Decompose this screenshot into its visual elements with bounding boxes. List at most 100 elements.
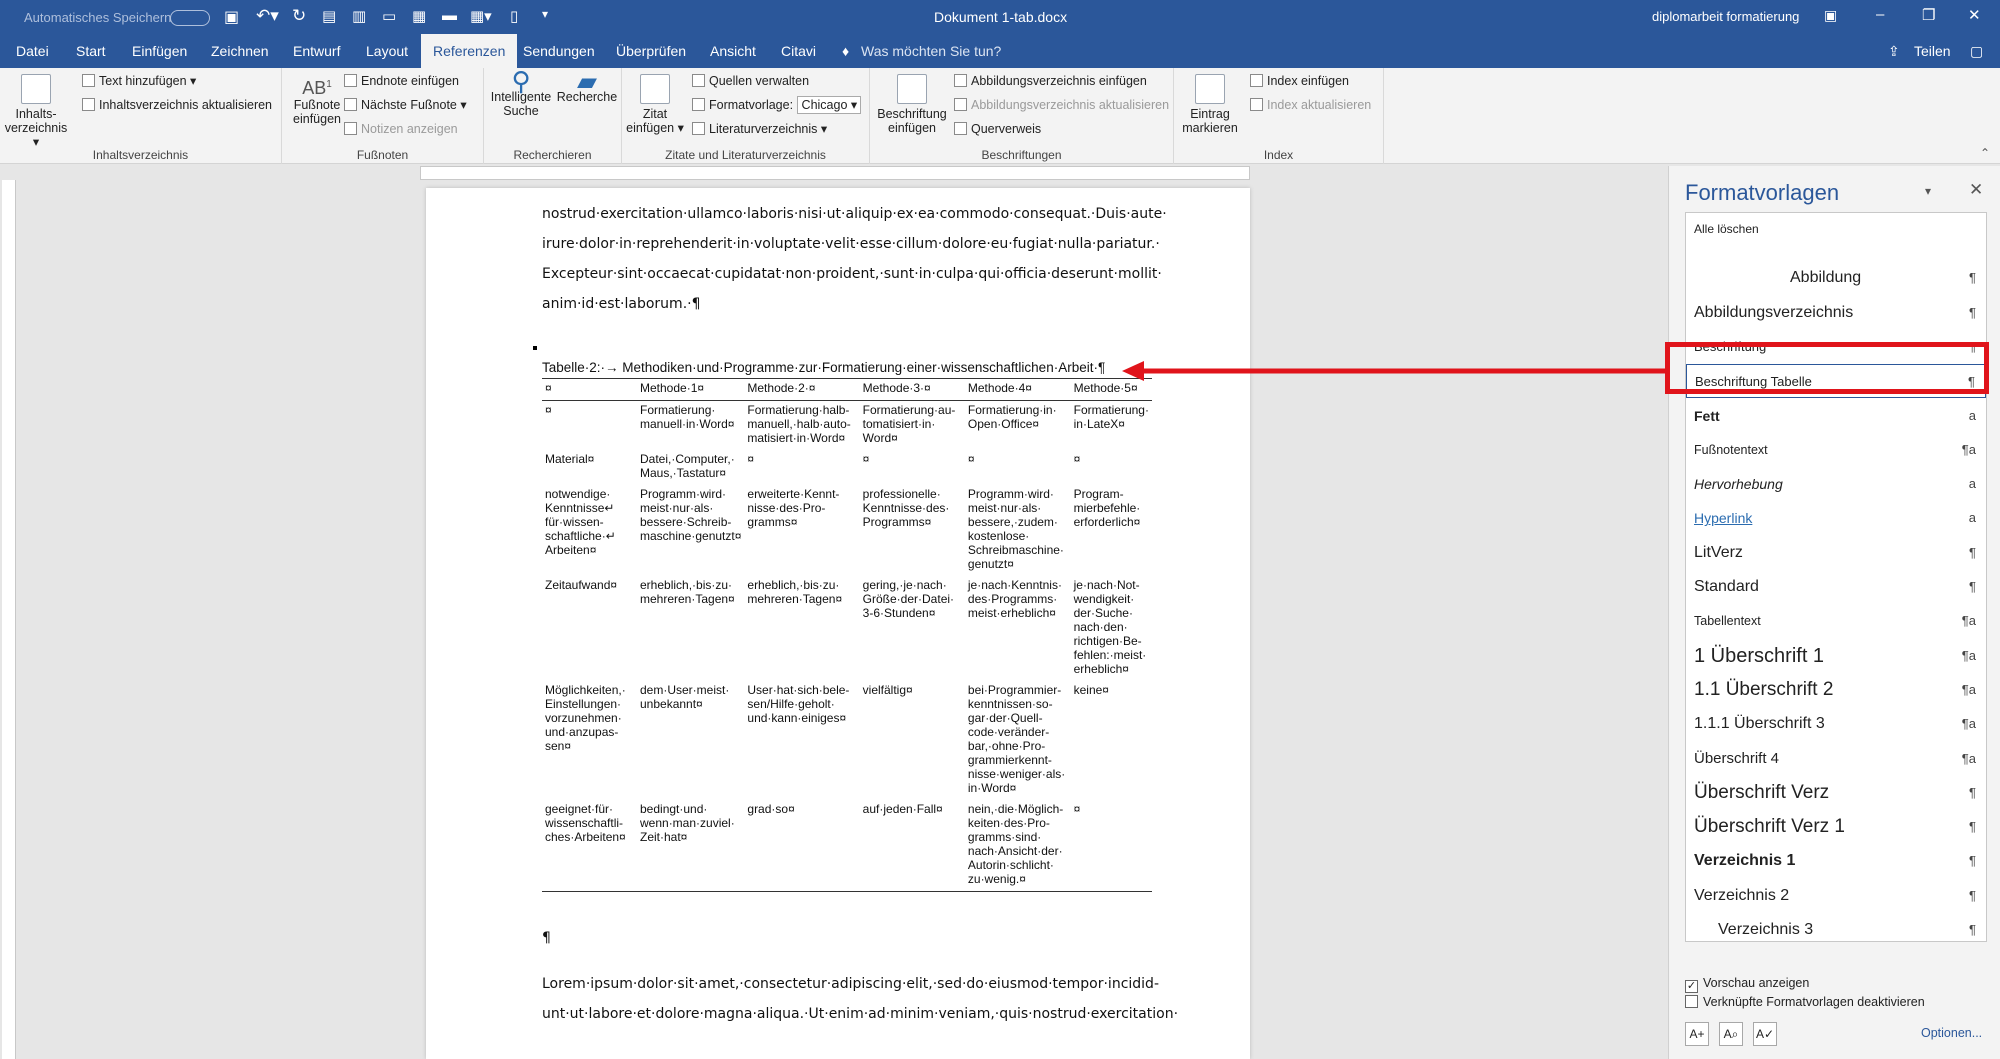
table-cell[interactable]: Formatierung·halb- manuell,·halb·auto- m… [744,401,859,451]
style-item[interactable]: Standard ¶ [1686,570,1986,604]
autosave-toggle[interactable] [170,10,210,26]
share-icon[interactable]: ⇪ [1888,34,1900,68]
bibliography-button[interactable]: Literaturverzeichnis ▾ [692,120,827,138]
update-tof-button[interactable]: Abbildungsverzeichnis aktualisieren [954,96,1169,114]
mark-entry-button[interactable]: Eintrag markieren [1180,74,1240,135]
table-cell[interactable]: ¤ [1071,450,1152,485]
table-cell[interactable]: Material¤ [542,450,637,485]
document-page[interactable]: nostrud·exercitation·ullamco·laboris·nis… [426,188,1250,1059]
manage-sources-button[interactable]: Quellen verwalten [692,72,809,90]
vertical-ruler[interactable] [2,180,16,1059]
table-cell[interactable]: erheblich,·bis·zu· mehreren·Tagen¤ [744,576,859,681]
undo-icon[interactable]: ↶▾ [256,6,279,26]
tab-ueberpruefen[interactable]: Überprüfen [616,34,686,68]
minimize-icon[interactable]: – [1876,6,1884,23]
style-item[interactable]: Verzeichnis 2 ¶ [1686,879,1986,913]
customize-qat-icon[interactable]: ▾ [542,7,548,21]
style-item[interactable]: Fett a [1686,399,1986,433]
restore-icon[interactable]: ❐ [1922,6,1935,24]
update-toc-button[interactable]: Inhaltsverzeichnis aktualisieren [82,96,272,114]
cross-reference-button[interactable]: Querverweis [954,120,1041,138]
table-header-cell[interactable]: Methode·4¤ [964,378,1071,401]
table-cell[interactable]: User·hat·sich·bele- sen/Hilfe·geholt· un… [744,681,859,800]
table-cell[interactable]: vielfältig¤ [860,681,965,800]
style-item[interactable]: LitVerz ¶ [1686,536,1986,570]
comments-icon[interactable]: ▢ [1970,34,1983,68]
table-cell[interactable]: ¤ [542,401,637,451]
new-doc-icon[interactable]: ▯ [510,7,518,25]
table-cell[interactable]: ¤ [965,450,1071,485]
style-item[interactable]: Fußnotentext ¶a [1686,433,1986,467]
style-item[interactable]: Verzeichnis 3 ¶ [1686,913,1986,947]
tab-einfuegen[interactable]: Einfügen [132,34,187,68]
style-item[interactable]: Überschrift Verz ¶ [1686,776,1986,810]
table-cell[interactable]: Programm·wird· meist·nur·als· bessere·Sc… [637,485,744,576]
table-cell[interactable]: ¤ [1070,800,1152,892]
table-cell[interactable]: Datei,·Computer,· Maus,·Tastatur¤ [637,450,744,485]
table-cell[interactable]: ¤ [744,450,859,485]
insert-footnote-button[interactable]: AB1 Fußnote einfügen [286,78,348,126]
table-cell[interactable]: Formatierung· manuell·in·Word¤ [637,401,744,451]
preview-checkbox[interactable]: ✓ Vorschau anzeigen [1685,976,1809,993]
print-icon[interactable]: ▦ [412,7,426,25]
style-item[interactable]: Überschrift 4 ¶a [1686,742,1986,776]
open-icon[interactable]: ▭ [382,7,396,25]
style-item[interactable]: Hyperlink a [1686,501,1986,535]
tab-zeichnen[interactable]: Zeichnen [211,34,269,68]
table-cell[interactable]: erweiterte·Kennt- nisse·des·Pro- gramms¤ [744,485,859,576]
collapse-ribbon-icon[interactable]: ⌃ [1980,146,1990,160]
table-cell[interactable]: erheblich,·bis·zu· mehreren·Tagen¤ [637,576,744,681]
toc-button[interactable]: Inhalts- verzeichnis ▾ [4,74,68,149]
table-cell[interactable]: professionelle· Kenntnisse·des· Programm… [860,485,965,576]
tell-me-box[interactable]: Was möchten Sie tun? [861,34,1001,68]
table-cell[interactable]: Formatierung·au- tomatisiert·in· Word¤ [860,401,965,451]
table-cell[interactable]: je·nach·Kenntnis· des·Programms· meist·e… [965,576,1071,681]
table-cell[interactable]: nein,·die·Möglich- keiten·des·Pro- gramm… [964,800,1071,892]
style-item[interactable]: Hervorhebung a [1686,467,1986,501]
manage-styles-icon[interactable]: A✓ [1753,1022,1777,1046]
table-cell[interactable]: dem·User·meist· unbekannt¤ [637,681,744,800]
document-table[interactable]: ¤ Methode·1¤ Methode·2·¤ Methode·3·¤ Methode… [542,378,1152,892]
add-text-button[interactable]: Text hinzufügen ▾ [82,72,196,90]
table-cell[interactable]: Program- mierbefehle· erforderlich¤ [1071,485,1152,576]
share-button[interactable]: Teilen [1914,34,1951,68]
style-item[interactable]: 1.1 Überschrift 2 ¶a [1686,673,1986,707]
close-icon[interactable]: ✕ [1968,6,1981,24]
insert-index-button[interactable]: Index einfügen [1250,72,1349,90]
show-notes-button[interactable]: Notizen anzeigen [344,120,458,138]
print-preview-icon[interactable]: ▥ [352,7,366,25]
table-cell[interactable]: Zeitaufwand¤ [542,576,637,681]
insert-citation-button[interactable]: Zitat einfügen ▾ [624,74,686,135]
table-header-cell[interactable]: Methode·2·¤ [744,378,860,401]
pane-close-icon[interactable]: ✕ [1969,180,1983,200]
table-cell[interactable]: Programm·wird· meist·nur·als· bessere,·z… [965,485,1071,576]
options-link[interactable]: Optionen... [1921,1026,1982,1040]
next-footnote-button[interactable]: Nächste Fußnote ▾ [344,96,467,114]
table-header-cell[interactable]: Methode·3·¤ [859,378,965,401]
table-cell[interactable]: Möglichkeiten,· Einstellungen· vorzunehm… [542,681,637,800]
table-cell[interactable]: bedingt·und· wenn·man·zuviel· Zeit·hat¤ [637,800,745,892]
table-caption[interactable]: Tabelle·2:·→ Methodiken·und·Programme·zu… [542,360,1105,375]
smart-lookup-button[interactable]: ⚲ Intelligente Suche [488,68,554,118]
table-cell[interactable]: bei·Programmier- kenntnissen·so- gar·der… [965,681,1071,800]
style-item[interactable]: 1 Überschrift 1 ¶a [1686,639,1986,673]
table-cell[interactable]: ¤ [860,450,965,485]
table-cell[interactable]: je·nach·Not- wendigkeit· der·Suche· nach… [1071,576,1152,681]
new-style-icon[interactable]: A+ [1685,1022,1709,1046]
research-button[interactable]: ▰ Recherche [556,68,618,104]
table-header-cell[interactable]: ¤ [542,378,637,401]
style-item[interactable]: Verzeichnis 1 ¶ [1686,844,1986,878]
linked-styles-checkbox[interactable]: Verknüpfte Formatvorlagen deaktivieren [1685,995,1925,1009]
table-cell[interactable]: geeignet·für· wissenschaftli- ches·Arbei… [542,800,637,892]
tab-ansicht[interactable]: Ansicht [710,34,756,68]
style-item[interactable]: Abbildung ¶ [1686,261,1986,295]
insert-caption-button[interactable]: Beschriftung einfügen [874,74,950,135]
horizontal-ruler[interactable] [420,166,1250,180]
update-index-button[interactable]: Index aktualisieren [1250,96,1371,114]
style-inspector-icon[interactable]: A⌕ [1719,1022,1743,1046]
tab-datei[interactable]: Datei [16,34,49,68]
table-cell[interactable]: keine¤ [1071,681,1152,800]
style-item[interactable]: Überschrift Verz 1 ¶ [1686,810,1986,844]
account-name[interactable]: diplomarbeit formatierung [1652,9,1799,24]
table-cell[interactable]: Formatierung·in· Open·Office¤ [965,401,1071,451]
